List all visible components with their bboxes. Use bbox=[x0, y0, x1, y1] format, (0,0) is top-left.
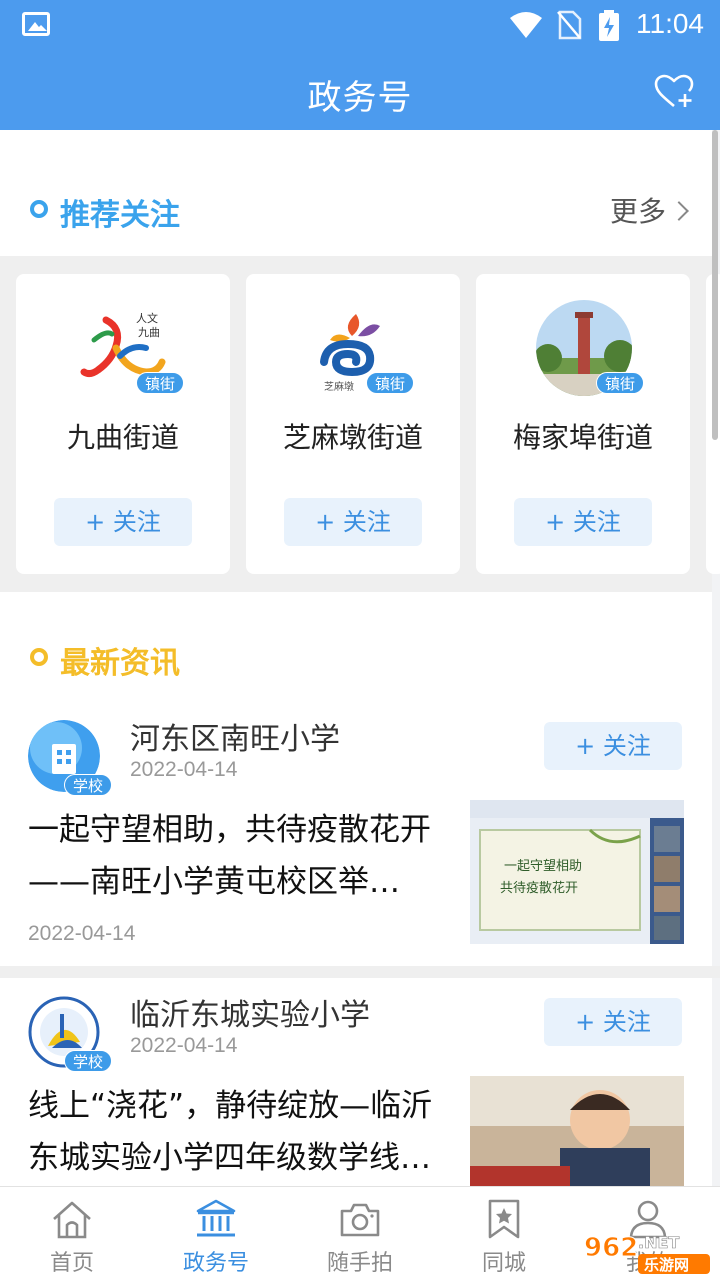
wifi-icon bbox=[510, 12, 542, 38]
screen: 11:04 政务号 推荐关注 更多 人文 九曲 镇街 九曲街道 + 关注 芝麻墩… bbox=[0, 0, 720, 1280]
scrollbar[interactable] bbox=[712, 130, 718, 440]
recommend-header: 推荐关注 更多 bbox=[0, 130, 712, 256]
government-building-icon bbox=[196, 1199, 236, 1237]
nav-label: 随手拍 bbox=[326, 1251, 393, 1276]
news-date: 2022-04-14 bbox=[28, 922, 136, 945]
section-dot-icon bbox=[30, 200, 48, 218]
recommend-card-strip[interactable]: 人文 九曲 镇街 九曲街道 + 关注 芝麻墩 镇街 芝麻墩街道 + 关注 镇街 … bbox=[0, 256, 720, 592]
account-card[interactable]: 镇街 梅家埠街道 + 关注 bbox=[476, 274, 690, 574]
follow-button[interactable]: + 关注 bbox=[544, 998, 682, 1046]
news-item[interactable]: 学校 临沂东城实验小学 2022-04-14 + 关注 线上“浇花”，静待绽放—… bbox=[0, 978, 712, 1220]
category-badge: 镇街 bbox=[135, 372, 184, 394]
more-label: 更多 bbox=[609, 195, 666, 228]
source-name[interactable]: 临沂东城实验小学 bbox=[130, 990, 370, 1034]
watermark-text: .NET bbox=[638, 1233, 679, 1252]
news-thumbnail[interactable]: 一起守望相助 共待疫散花开 bbox=[470, 800, 684, 944]
status-bar: 11:04 bbox=[0, 0, 720, 50]
watermark-logo: 962 .NET 乐游网 bbox=[584, 1233, 710, 1274]
news-section: 最新资讯 学校 河东区南旺小学 2022-04-14 + 关注 一起守望相助，共… bbox=[0, 592, 720, 1220]
news-header: 最新资讯 bbox=[0, 592, 712, 702]
nav-item-snap[interactable]: 随手拍 bbox=[288, 1187, 432, 1280]
follow-button[interactable]: + 关注 bbox=[544, 722, 682, 770]
account-name: 芝麻墩街道 bbox=[282, 421, 423, 454]
follow-button[interactable]: + 关注 bbox=[54, 498, 192, 546]
category-badge: 学校 bbox=[64, 1050, 113, 1072]
no-sim-icon bbox=[557, 10, 582, 40]
news-headline[interactable]: 一起守望相助，共待疫散花开 ——南旺小学黄屯校区举… bbox=[28, 804, 458, 908]
source-date: 2022-04-14 bbox=[130, 1034, 238, 1057]
nav-item-local[interactable]: 同城 bbox=[432, 1187, 576, 1280]
svg-text:人文: 人文 bbox=[136, 311, 158, 325]
more-link[interactable]: 更多 bbox=[609, 190, 689, 230]
source-date: 2022-04-14 bbox=[130, 758, 238, 781]
news-item[interactable]: 学校 河东区南旺小学 2022-04-14 + 关注 一起守望相助，共待疫散花开… bbox=[0, 702, 712, 966]
svg-text:共待疫散花开: 共待疫散花开 bbox=[500, 880, 578, 896]
source-name[interactable]: 河东区南旺小学 bbox=[130, 714, 340, 758]
account-name: 梅家埠街道 bbox=[512, 421, 653, 454]
recommend-title: 推荐关注 bbox=[60, 198, 180, 233]
watermark-text: 962 bbox=[584, 1233, 638, 1263]
chevron-right-icon bbox=[669, 201, 689, 221]
follow-button[interactable]: + 关注 bbox=[514, 498, 652, 546]
nav-item-home[interactable]: 首页 bbox=[0, 1187, 144, 1280]
heart-add-icon[interactable] bbox=[654, 74, 694, 110]
svg-text:芝麻墩: 芝麻墩 bbox=[324, 380, 354, 393]
follow-button[interactable]: + 关注 bbox=[284, 498, 422, 546]
top-bar: 11:04 政务号 bbox=[0, 0, 720, 130]
nav-label: 政务号 bbox=[182, 1251, 249, 1276]
section-dot-icon bbox=[30, 648, 48, 666]
camera-icon bbox=[340, 1203, 380, 1237]
account-card[interactable]: 芝麻墩 镇街 芝麻墩街道 + 关注 bbox=[246, 274, 460, 574]
svg-text:九曲: 九曲 bbox=[138, 326, 160, 339]
account-card[interactable]: 人文 九曲 镇街 九曲街道 + 关注 bbox=[16, 274, 230, 574]
bookmark-star-icon bbox=[488, 1199, 520, 1239]
status-time: 11:04 bbox=[636, 8, 704, 39]
category-badge: 学校 bbox=[64, 774, 113, 796]
news-headline[interactable]: 线上“浇花”，静待绽放—临沂东城实验小学四年级数学线… bbox=[28, 1080, 458, 1184]
svg-text:一起守望相助: 一起守望相助 bbox=[504, 858, 582, 874]
category-badge: 镇街 bbox=[365, 372, 414, 394]
nav-label: 首页 bbox=[49, 1251, 94, 1276]
divider bbox=[0, 966, 720, 978]
watermark-text: 乐游网 bbox=[644, 1256, 689, 1274]
battery-charging-icon bbox=[599, 10, 619, 41]
category-badge: 镇街 bbox=[595, 372, 644, 394]
account-name: 九曲街道 bbox=[66, 421, 179, 454]
page-title: 政务号 bbox=[307, 78, 413, 118]
nav-item-government[interactable]: 政务号 bbox=[144, 1187, 288, 1280]
news-title: 最新资讯 bbox=[60, 646, 180, 681]
nav-label: 同城 bbox=[481, 1251, 526, 1276]
home-icon bbox=[53, 1201, 91, 1239]
image-notification-icon bbox=[22, 12, 50, 36]
